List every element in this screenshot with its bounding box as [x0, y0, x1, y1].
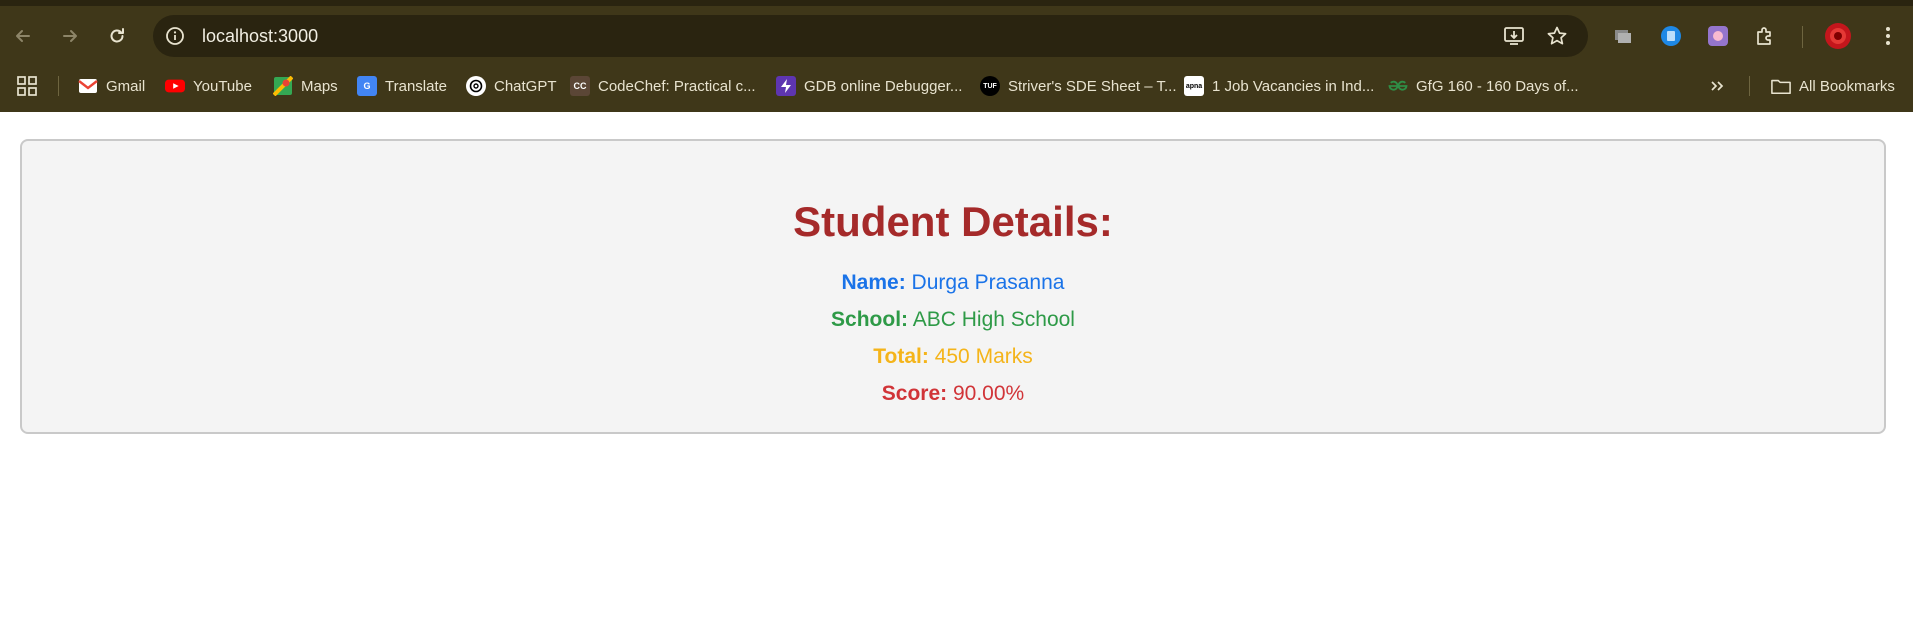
arrow-left-icon — [16, 30, 30, 42]
bookmark-codechef[interactable]: CC CodeChef: Practical c... — [570, 74, 756, 98]
bookmark-label: Striver's SDE Sheet – T... — [1008, 77, 1177, 95]
more-menu-icon[interactable] — [1874, 22, 1902, 50]
bookmarks-divider — [1749, 76, 1750, 96]
bookmark-label: ChatGPT — [494, 77, 557, 95]
bookmark-label: CodeChef: Practical c... — [598, 77, 756, 95]
apna-icon: apna — [1184, 76, 1204, 96]
page-title: Student Details: — [793, 198, 1113, 245]
browser-toolbar: localhost:3000 — [0, 12, 1913, 60]
codechef-icon: CC — [570, 76, 590, 96]
bookmark-gmail[interactable]: Gmail — [78, 74, 145, 98]
profile-avatar[interactable] — [1824, 22, 1852, 50]
translate-icon: G — [357, 76, 377, 96]
reload-icon — [110, 28, 124, 43]
score-value: 90.00% — [952, 382, 1025, 405]
bookmark-label: Maps — [301, 77, 338, 95]
school-value: ABC High School — [912, 308, 1075, 331]
apps-grid-icon[interactable] — [16, 74, 38, 98]
purple-extension-icon[interactable] — [1704, 22, 1732, 50]
maps-icon — [273, 76, 293, 96]
toolbar-divider — [1802, 26, 1803, 48]
bookmark-gdb[interactable]: GDB online Debugger... — [776, 74, 962, 98]
school-label: School: — [831, 308, 909, 331]
star-icon[interactable] — [1545, 24, 1569, 48]
address-bar[interactable]: localhost:3000 — [153, 15, 1588, 57]
tab-strip — [0, 0, 1913, 6]
bookmark-label: Translate — [385, 77, 447, 95]
bookmark-label: YouTube — [193, 77, 252, 95]
more-bookmarks-icon[interactable] — [1709, 74, 1725, 98]
url-text[interactable]: localhost:3000 — [202, 26, 318, 47]
gmail-icon — [78, 76, 98, 96]
blue-extension-icon[interactable] — [1657, 22, 1685, 50]
tuf-icon: TUF — [980, 76, 1000, 96]
arrow-right-icon — [63, 30, 77, 42]
folder-icon — [1771, 76, 1791, 96]
total-row: Total: 450 Marks — [22, 345, 1884, 369]
chatgpt-icon — [466, 76, 486, 96]
total-label: Total: — [873, 345, 929, 368]
gfg-icon — [1388, 76, 1408, 96]
all-bookmarks-label: All Bookmarks — [1799, 77, 1895, 95]
bookmark-maps[interactable]: Maps — [273, 74, 338, 98]
bookmark-youtube[interactable]: YouTube — [165, 74, 252, 98]
bookmark-gfg[interactable]: GfG 160 - 160 Days of... — [1388, 74, 1579, 98]
bookmark-label: 1 Job Vacancies in Ind... — [1212, 77, 1375, 95]
school-row: School: ABC High School — [22, 308, 1884, 332]
student-card: Student Details: Name: Durga Prasanna Sc… — [20, 139, 1886, 434]
browser-chrome: localhost:3000 Gmail YouTube Maps G Tran… — [0, 0, 1913, 112]
bookmark-striver[interactable]: TUF Striver's SDE Sheet – T... — [980, 74, 1177, 98]
score-row: Score: 90.00% — [22, 382, 1884, 406]
tab-group-icon[interactable] — [1609, 22, 1637, 50]
bookmarks-divider — [58, 76, 59, 96]
site-info-icon[interactable] — [163, 24, 187, 48]
bookmark-apna[interactable]: apna 1 Job Vacancies in Ind... — [1184, 74, 1374, 98]
gdb-icon — [776, 76, 796, 96]
bookmarks-bar: Gmail YouTube Maps G Translate ChatGPT C… — [0, 69, 1913, 103]
bookmark-chatgpt[interactable]: ChatGPT — [466, 74, 557, 98]
install-app-icon[interactable] — [1502, 24, 1526, 48]
name-value: Durga Prasanna — [911, 271, 1065, 294]
name-label: Name: — [841, 271, 906, 294]
bookmark-label: Gmail — [106, 77, 146, 95]
bookmark-label: GDB online Debugger... — [804, 77, 963, 95]
reload-button[interactable] — [99, 18, 135, 54]
bookmark-translate[interactable]: G Translate — [357, 74, 447, 98]
extensions-puzzle-icon[interactable] — [1751, 22, 1779, 50]
bookmark-label: GfG 160 - 160 Days of... — [1416, 77, 1579, 95]
back-button[interactable] — [5, 18, 41, 54]
name-row: Name: Durga Prasanna — [22, 271, 1884, 295]
youtube-icon — [165, 76, 185, 96]
forward-button[interactable] — [52, 18, 88, 54]
total-value: 450 Marks — [934, 345, 1033, 368]
all-bookmarks-button[interactable]: All Bookmarks — [1771, 74, 1895, 98]
score-label: Score: — [881, 382, 948, 405]
